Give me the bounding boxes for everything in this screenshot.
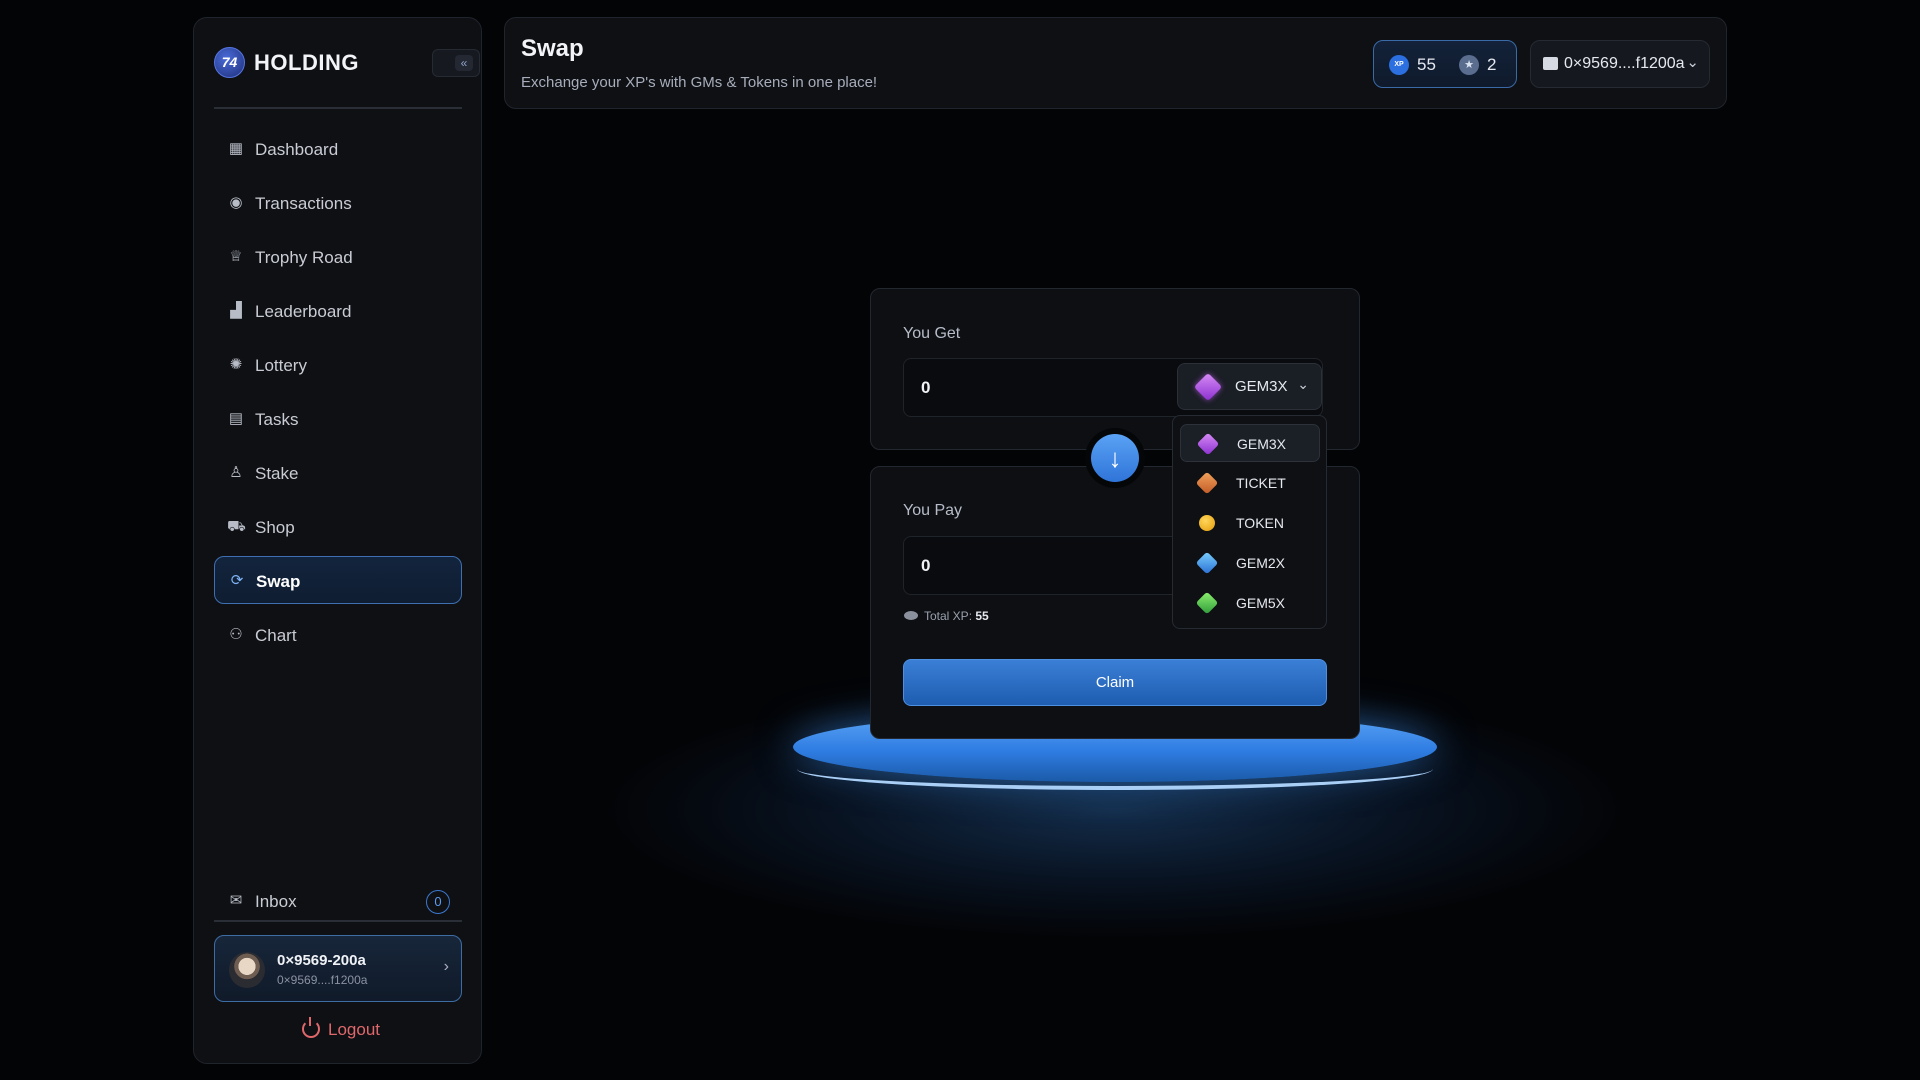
sidebar-item-label: Leaderboard [255,302,352,321]
page-title: Swap [521,35,584,62]
brand-name: HOLDING [254,50,359,75]
sidebar-item-shop[interactable]: ⛟ Shop [214,503,462,551]
token-option-token[interactable]: TOKEN [1180,504,1320,542]
sidebar-item-label: Lottery [255,356,307,375]
file-icon: ▤ [228,410,244,427]
token-icon [1199,515,1215,531]
avatar [229,952,265,988]
coins-icon [904,611,918,620]
chevron-down-icon: ⌄ [1686,54,1699,71]
stake-icon: ♙ [229,464,243,481]
divider [214,107,462,109]
sidebar-item-label: Chart [255,626,297,645]
sidebar-collapse-button[interactable]: « [432,49,480,77]
you-pay-label: You Pay [903,502,963,519]
xp-icon: XP [1389,55,1409,75]
sidebar-item-inbox[interactable]: ✉ Inbox 0 [214,877,462,925]
selected-token: GEM3X [1235,378,1288,395]
token-option-label: GEM5X [1236,595,1286,611]
chevrons-left-icon: « [455,55,473,71]
page-subtitle: Exchange your XP's with GMs & Tokens in … [521,74,878,91]
token-dropdown: GEM3X TICKET TOKEN GEM2X GEM5X [1172,415,1327,629]
sidebar-item-tasks[interactable]: ▤ Tasks [214,395,462,443]
sidebar-item-leaderboard[interactable]: ▟ Leaderboard [214,287,462,335]
total-xp-value: 55 [975,609,989,623]
stars-value: 2 [1487,55,1497,74]
user-address: 0×9569....f1200a [277,973,368,987]
sidebar-item-lottery[interactable]: ✺ Lottery [214,341,462,389]
user-name: 0×9569-200a [277,952,366,969]
sidebar-item-dashboard[interactable]: ▦ Dashboard [214,125,462,173]
sidebar-item-label: Shop [255,518,295,537]
power-icon [302,1017,320,1038]
coins-icon: ◉ [229,194,243,211]
sidebar: 74 HOLDING « ▦ Dashboard ◉ Transactions … [193,17,482,1064]
wallet-address: 0×9569....f1200a [1564,55,1685,72]
gem2x-icon [1195,551,1219,575]
divider [214,920,462,922]
logout-label: Logout [328,1020,380,1039]
sidebar-item-label: Tasks [255,410,299,429]
arrow-down-icon: ↓ [1091,434,1139,482]
gem3x-icon [1193,372,1223,402]
inbox-icon: ✉ [229,892,243,909]
cart-icon: ⛟ [227,518,246,535]
sidebar-item-transactions[interactable]: ◉ Transactions [214,179,462,227]
sidebar-item-label: Swap [256,572,301,591]
sidebar-item-stake[interactable]: ♙ Stake [214,449,462,497]
total-xp-label: Total XP: [924,609,973,623]
trophy-icon: ♕ [229,248,243,265]
token-option-label: TICKET [1236,475,1286,491]
sidebar-item-chart[interactable]: ⚇ Chart [214,611,462,659]
inbox-count-badge: 0 [426,890,450,914]
token-option-gem2x[interactable]: GEM2X [1180,544,1320,582]
wallet-icon [1543,57,1558,70]
you-get-label: You Get [903,325,961,342]
token-option-label: GEM2X [1236,555,1286,571]
xp-value: 55 [1417,55,1436,74]
token-option-ticket[interactable]: TICKET [1180,464,1320,502]
get-amount-value: 0 [921,378,931,397]
gem3x-icon [1196,432,1220,456]
grid-icon: ▦ [228,140,244,157]
total-xp-note: Total XP: 55 [904,609,989,623]
swap-icon: ⟳ [230,572,244,589]
pay-amount-value: 0 [921,556,931,575]
sidebar-item-trophy-road[interactable]: ♕ Trophy Road [214,233,462,281]
brand-logo-icon: 74 [214,47,245,78]
user-card[interactable]: 0×9569-200a 0×9569....f1200a › [214,935,462,1002]
brand: 74 HOLDING « [214,45,480,81]
token-option-label: TOKEN [1236,515,1284,531]
gem5x-icon [1195,591,1219,615]
podium-icon: ▟ [230,302,242,319]
star-icon: ★ [1459,55,1479,75]
sidebar-item-label: Transactions [255,194,352,213]
logout-button[interactable]: Logout [302,1017,380,1044]
token-option-label: GEM3X [1237,436,1287,452]
sidebar-item-label: Inbox [255,892,297,911]
token-option-gem3x[interactable]: GEM3X [1180,424,1320,462]
chevron-right-icon: › [443,958,449,975]
sidebar-item-swap[interactable]: ⟳ Swap [214,556,462,604]
sidebar-item-label: Dashboard [255,140,339,159]
claim-button[interactable]: Claim [903,659,1327,706]
lottery-icon: ✺ [229,356,243,373]
ticket-icon [1195,471,1219,495]
token-option-gem5x[interactable]: GEM5X [1180,584,1320,622]
swap-direction-button[interactable]: ↓ [1085,428,1145,488]
user-stats[interactable]: XP 55 ★ 2 [1373,40,1517,88]
sidebar-item-label: Stake [255,464,299,483]
wallet-dropdown[interactable]: 0×9569....f1200a ⌄ [1530,40,1710,88]
page-header: Swap Exchange your XP's with GMs & Token… [504,17,1727,109]
token-select[interactable]: GEM3X ⌄ [1177,363,1322,410]
chart-icon: ⚇ [229,626,243,643]
platform-rim [797,748,1433,790]
sidebar-item-label: Trophy Road [255,248,353,267]
chevron-down-icon: ⌄ [1297,376,1309,392]
